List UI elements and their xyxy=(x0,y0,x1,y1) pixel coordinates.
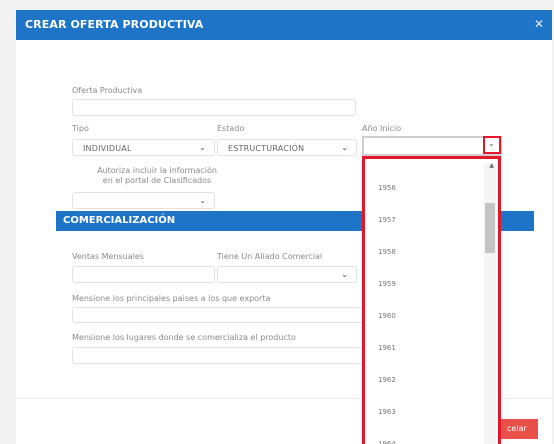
paises-input[interactable] xyxy=(72,307,364,323)
ventas-label: Ventas Mensuales xyxy=(72,252,144,261)
chevron-down-icon: ⌄ xyxy=(341,143,348,152)
aliado-select[interactable]: ⌄ xyxy=(217,266,357,283)
aliado-label: Tiene Un Aliado Comercial xyxy=(217,252,323,261)
chevron-down-icon: ⌄ xyxy=(199,143,206,152)
year-option[interactable]: 1956 xyxy=(378,184,396,192)
autoriza-label: Autoriza incluir la información en el po… xyxy=(87,166,227,186)
scroll-up-arrow-icon[interactable]: ▲ xyxy=(489,162,494,169)
lugares-label: Mensione los lugares donde se comerciali… xyxy=(72,333,296,342)
cancel-button[interactable]: celar xyxy=(500,419,538,439)
anio-label: Año Inicio xyxy=(362,124,402,133)
autoriza-label-line2: en el portal de Clasificados xyxy=(102,176,212,185)
year-option[interactable]: 1959 xyxy=(378,280,396,288)
estado-select[interactable]: ESTRUCTURACIÓN ⌄ xyxy=(217,139,357,156)
tipo-select[interactable]: INDIVIDUAL ⌄ xyxy=(72,139,215,156)
year-option[interactable]: 1957 xyxy=(378,216,396,224)
year-option[interactable]: 1961 xyxy=(378,344,396,352)
chevron-down-icon: ⌄ xyxy=(341,270,348,279)
lugares-input[interactable] xyxy=(72,347,364,364)
modal-title: CREAR OFERTA PRODUCTIVA xyxy=(25,18,204,31)
anio-select[interactable] xyxy=(362,136,502,156)
close-icon[interactable]: ✕ xyxy=(534,17,544,31)
chevron-down-icon: ⌄ xyxy=(488,139,495,148)
oferta-label: Oferta Productiva xyxy=(72,86,143,95)
estado-label: Estado xyxy=(217,124,245,133)
year-option[interactable]: 1964 xyxy=(378,440,396,444)
tipo-label: Tipo xyxy=(72,124,89,133)
autoriza-select[interactable]: ⌄ xyxy=(72,192,215,209)
scrollbar-thumb[interactable] xyxy=(485,203,495,253)
year-option[interactable]: 1958 xyxy=(378,248,396,256)
ventas-input[interactable] xyxy=(72,266,215,283)
year-option[interactable]: 1962 xyxy=(378,376,396,384)
year-dropdown-list[interactable]: 1956 1957 1958 1959 1960 1961 1962 1963 … xyxy=(362,156,501,444)
year-option[interactable]: 1960 xyxy=(378,312,396,320)
cancel-label: celar xyxy=(507,424,527,433)
estado-value: ESTRUCTURACIÓN xyxy=(228,144,305,153)
oferta-input[interactable] xyxy=(72,99,356,116)
autoriza-label-line1: Autoriza incluir la información xyxy=(97,166,217,175)
anio-dropdown-toggle[interactable]: ⌄ xyxy=(483,136,501,154)
chevron-down-icon: ⌄ xyxy=(199,196,206,205)
tipo-value: INDIVIDUAL xyxy=(83,144,132,153)
section-title: COMERCIALIZACIÓN xyxy=(63,215,176,226)
modal-header: CREAR OFERTA PRODUCTIVA ✕ xyxy=(16,10,552,40)
year-option[interactable]: 1963 xyxy=(378,408,396,416)
paises-label: Mensione los principales paises a los qu… xyxy=(72,294,271,303)
